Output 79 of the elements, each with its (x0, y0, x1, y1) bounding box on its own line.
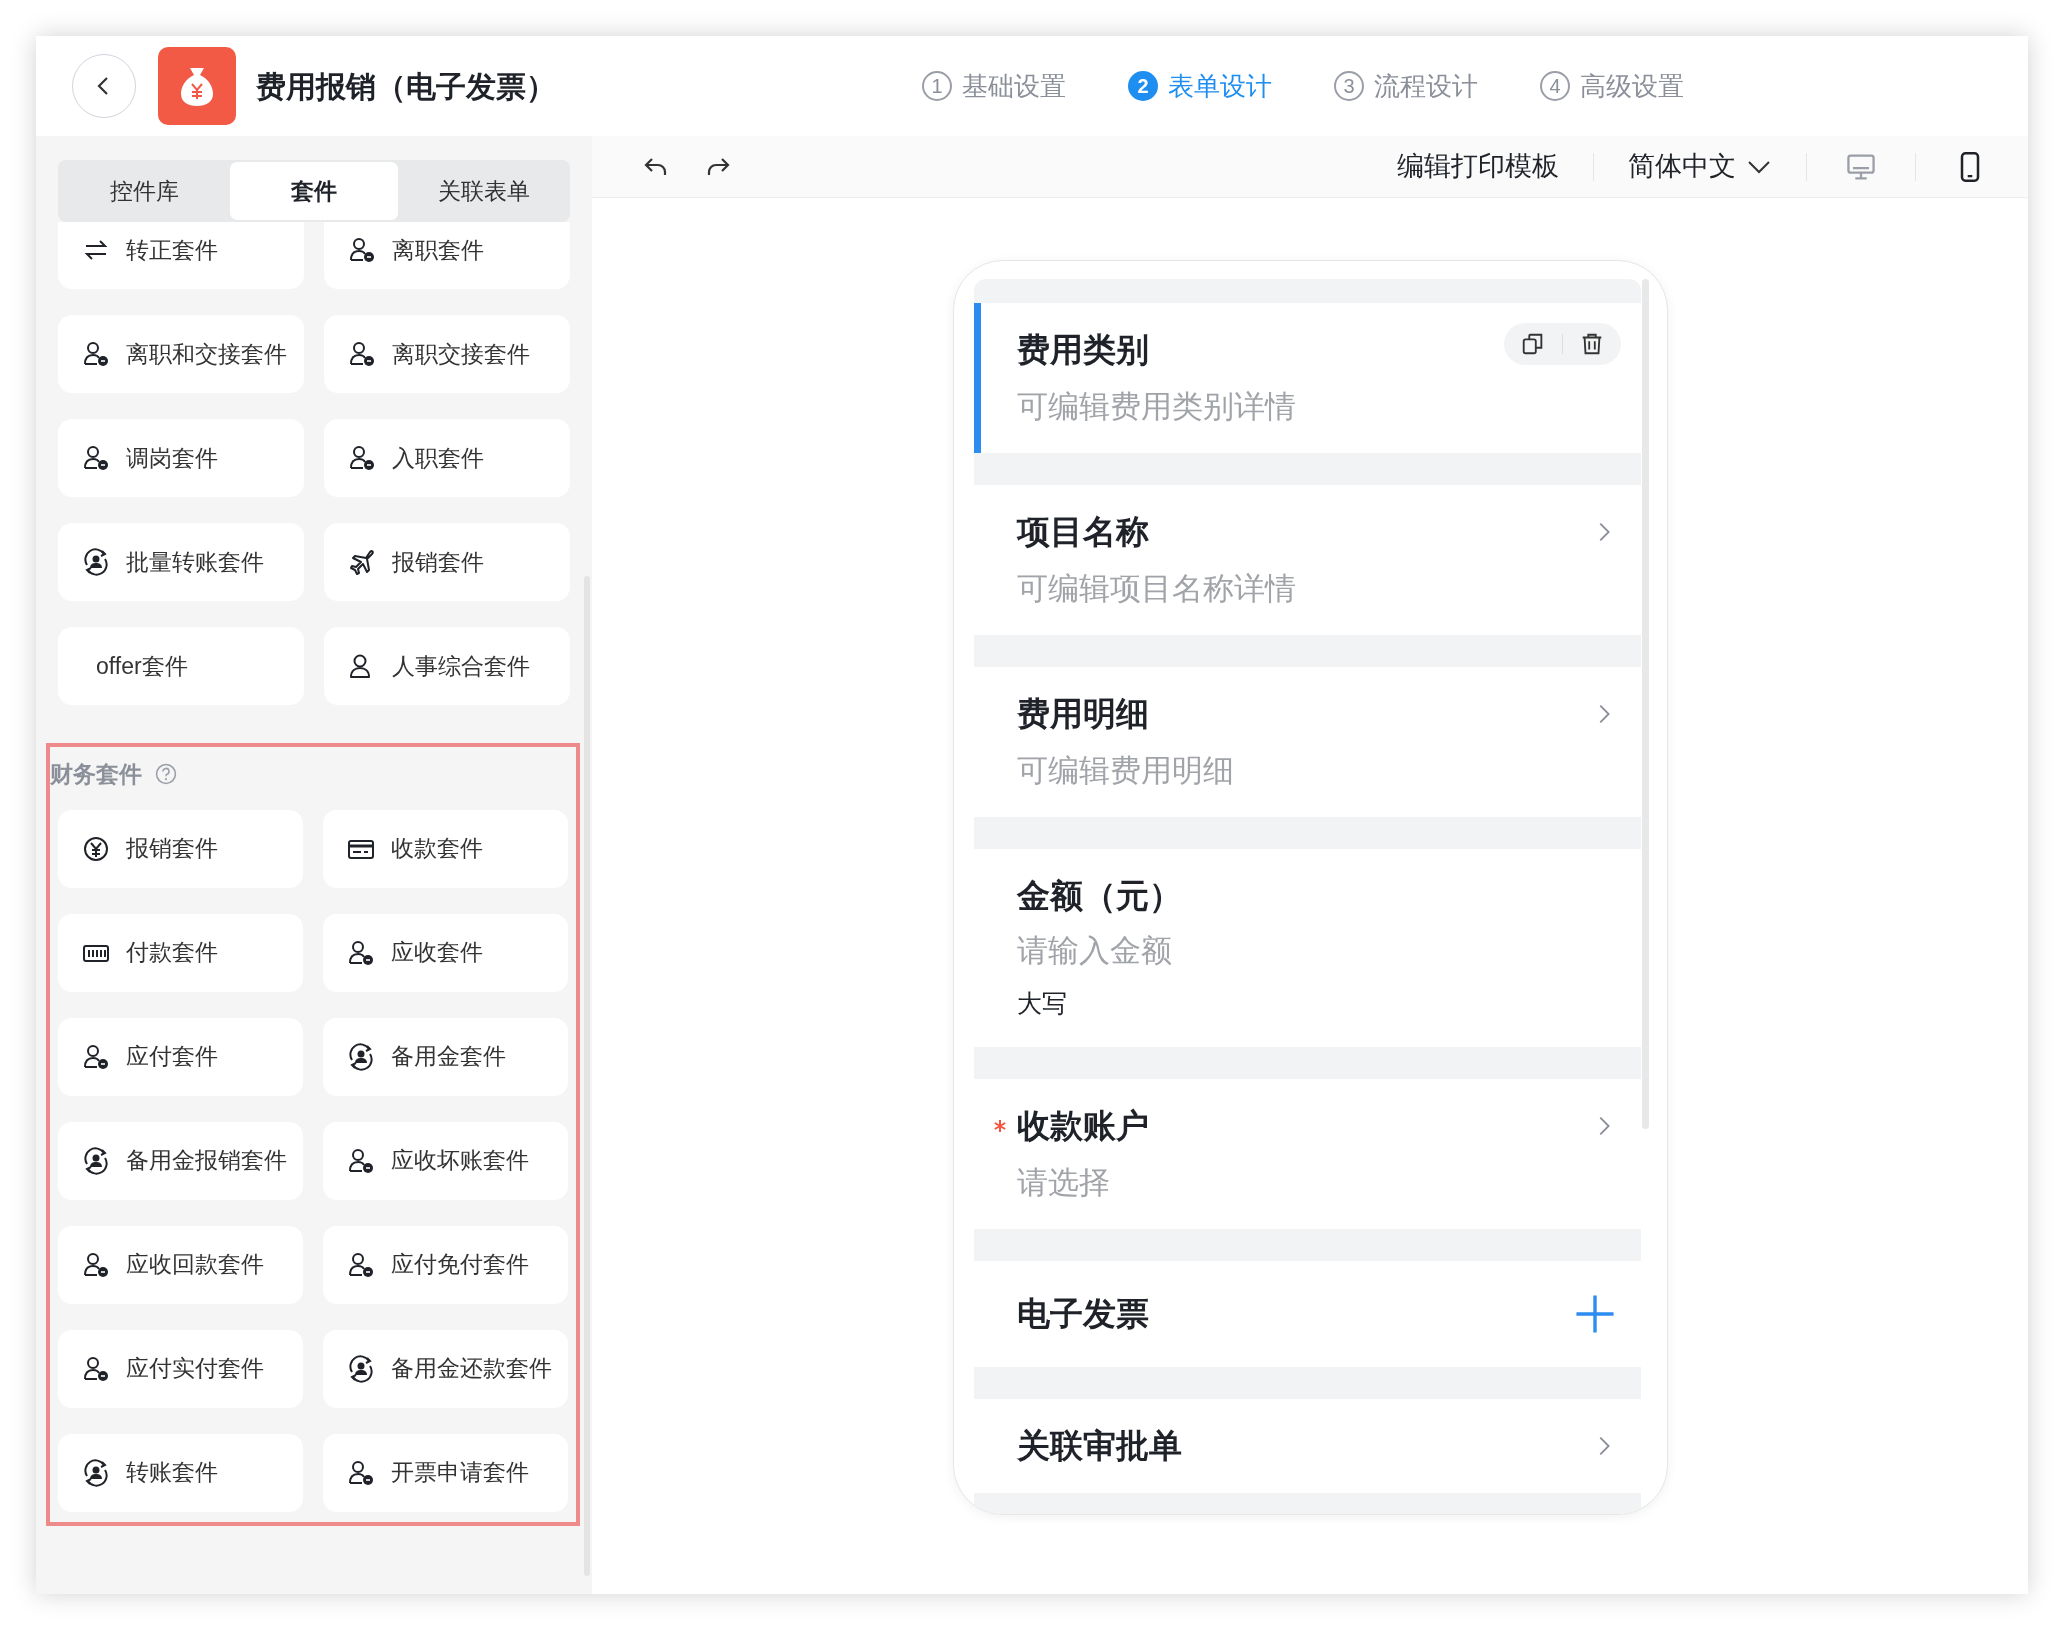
field-label: 项目名称 (1016, 512, 1149, 552)
suite-item[interactable]: 应收套件 (323, 913, 568, 992)
required-asterisk-icon (992, 1118, 1007, 1133)
person-badge-icon (347, 1250, 375, 1279)
person-badge-icon (82, 1354, 110, 1383)
form-field-card[interactable]: 费用类别 可编辑费用类别详情 (973, 303, 1641, 453)
app-title: 费用报销（电子发票） (256, 68, 556, 105)
yen-circle-icon (82, 834, 110, 863)
field-label: 费用明细 (1016, 694, 1149, 734)
person-circle-icon (82, 1458, 110, 1487)
person-badge-icon (347, 1146, 375, 1175)
person-badge-icon (347, 938, 375, 967)
field-label: 收款账户 (1016, 1105, 1149, 1146)
form-field-card[interactable]: 收款账户 请选择 (973, 1078, 1641, 1229)
suite-item[interactable]: 应收坏账套件 (323, 1121, 568, 1200)
field-hint: 可编辑费用明细 (1016, 752, 1235, 790)
suite-item[interactable]: 收款套件 (323, 809, 568, 888)
suite-item[interactable]: 离职套件 (324, 222, 570, 289)
step-number: 2 (1128, 71, 1158, 101)
help-icon (154, 762, 178, 787)
suite-item[interactable]: 入职套件 (324, 419, 570, 497)
field-hint: 可编辑费用类别详情 (1016, 388, 1297, 426)
person-circle-icon (82, 1146, 110, 1175)
form-field-card[interactable]: 电子发票 (973, 1260, 1641, 1367)
suite-item[interactable]: 转正套件 (58, 222, 304, 289)
suite-item[interactable]: 付款套件 (58, 913, 303, 992)
suite-item[interactable]: 应付实付套件 (58, 1329, 303, 1408)
suite-item[interactable]: 应付免付套件 (323, 1225, 568, 1304)
suite-item[interactable]: 离职和交接套件 (58, 315, 304, 393)
field-label: 金额（元） (1016, 876, 1182, 916)
field-label: 费用类别 (1016, 330, 1149, 370)
language-dropdown[interactable]: 简体中文 (1628, 146, 1770, 187)
sidebar-tab[interactable]: 关联表单 (400, 162, 568, 220)
chevron-down-icon (1748, 159, 1770, 174)
form-field-card[interactable]: 项目名称 可编辑项目名称详情 (973, 485, 1641, 635)
suite-item[interactable]: 批量转账套件 (58, 523, 304, 601)
amount-input[interactable]: 请输入金额 (1016, 929, 1617, 973)
step-number: 4 (1540, 71, 1570, 101)
suite-item[interactable]: 备用金报销套件 (58, 1121, 303, 1200)
field-hint: 可编辑项目名称详情 (1016, 570, 1297, 608)
plus-icon (1574, 1293, 1615, 1334)
suite-item[interactable]: 转账套件 (58, 1433, 303, 1512)
field-label: 电子发票 (1016, 1293, 1149, 1334)
edit-print-template-button[interactable]: 编辑打印模板 (1397, 146, 1559, 187)
suite-item[interactable]: 应付套件 (58, 1017, 303, 1096)
suite-item[interactable]: 报销套件 (58, 809, 303, 888)
person-badge-icon (348, 236, 376, 264)
suite-item[interactable]: 调岗套件 (58, 419, 304, 497)
uppercase-amount-label: 大写 (1016, 988, 1068, 1019)
form-field-card[interactable]: 费用明细 可编辑费用明细 (973, 667, 1641, 817)
suite-item[interactable]: 应收回款套件 (58, 1225, 303, 1304)
person-badge-icon (348, 340, 376, 368)
field-label: 关联审批单 (1016, 1425, 1182, 1466)
person-badge-icon (348, 444, 376, 472)
sidebar-tab[interactable]: 套件 (230, 162, 398, 220)
suite-item[interactable]: 人事综合套件 (324, 627, 570, 705)
form-field-card[interactable]: 金额（元） 请输入金额 大写 (973, 849, 1641, 1047)
suite-item[interactable]: 备用金还款套件 (323, 1329, 568, 1408)
person-badge-icon (347, 1458, 375, 1487)
section-title: 财务套件 (50, 760, 142, 789)
app-icon (158, 47, 236, 125)
person-badge-icon (82, 444, 110, 472)
suite-item[interactable]: offer套件 (58, 627, 304, 705)
form-field-card[interactable]: 关联审批单 (973, 1398, 1641, 1493)
person-badge-icon (82, 340, 110, 368)
suite-item[interactable]: 开票申请套件 (323, 1433, 568, 1512)
person-badge-icon (82, 1250, 110, 1279)
field-hint: 请选择 (1016, 1163, 1111, 1202)
sidebar-tab[interactable]: 控件库 (60, 162, 228, 220)
step-number: 1 (922, 71, 952, 101)
airplane-icon (348, 548, 376, 576)
suite-item[interactable]: 离职交接套件 (324, 315, 570, 393)
person-circle-icon (82, 548, 110, 576)
step-number: 3 (1334, 71, 1364, 101)
person-circle-icon (347, 1354, 375, 1383)
person-circle-icon (347, 1042, 375, 1071)
suite-item[interactable]: 报销套件 (324, 523, 570, 601)
person-badge-icon (82, 1042, 110, 1071)
suite-item[interactable]: 备用金套件 (323, 1017, 568, 1096)
